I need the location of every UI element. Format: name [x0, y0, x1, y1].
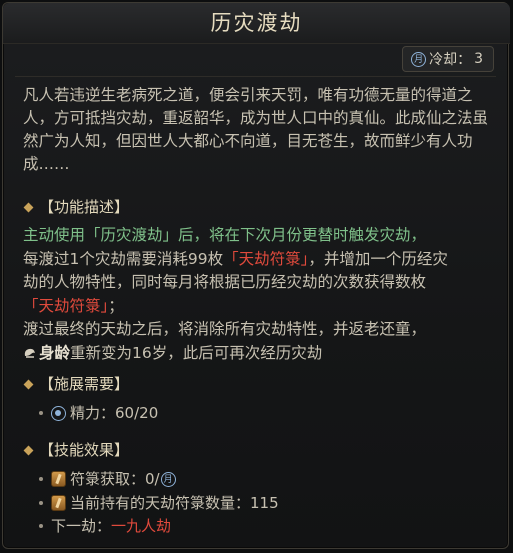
section-function-title: 【功能描述】	[39, 198, 130, 216]
age-icon	[24, 348, 35, 358]
held-label: 当前持有的天劫符箓数量：	[70, 494, 251, 512]
moon-calendar-icon: 月	[411, 51, 427, 67]
talisman-name-red-2: 「天劫符箓」	[23, 296, 109, 315]
energy-icon	[51, 405, 66, 421]
bullet-dot	[39, 524, 43, 528]
age-label: 身龄	[39, 343, 71, 362]
held-value: 115	[250, 494, 279, 512]
desc-line-1: 主动使用「历灾渡劫」后，将在下次月份更替时触发灾劫，	[23, 226, 427, 244]
skill-tooltip-panel: 历灾渡劫 月 冷却： 3 凡人若违逆生老病死之道，便会引来天罚，唯有功德无量的得…	[2, 2, 510, 549]
bullet-dot	[39, 477, 43, 481]
desc-line-2-b: ，并增加一个历经灾	[308, 249, 448, 268]
talisman-icon	[51, 471, 66, 487]
diamond-bullet-icon	[23, 202, 34, 212]
diamond-bullet-icon	[23, 379, 34, 389]
next-label: 下一劫：	[51, 517, 112, 535]
cooldown-badge: 月 冷却： 3	[402, 46, 494, 72]
gain-value: 0/	[145, 470, 160, 488]
next-value: 一九人劫	[111, 517, 172, 535]
moon-calendar-icon: 月	[160, 471, 176, 487]
section-requirement-title: 【施展需要】	[39, 375, 130, 393]
bullet-dot	[39, 501, 43, 505]
talisman-icon	[51, 495, 66, 511]
bullet-dot	[39, 411, 43, 415]
section-function: 【功能描述】	[23, 196, 129, 218]
desc-line-2-a: 每渡过1个灾劫需要消耗99枚	[23, 249, 224, 268]
section-requirement: 【施展需要】	[23, 373, 129, 395]
lore-text: 凡人若违逆生老病死之道，便会引来天罚，唯有功德无量的得道之人，方可抵挡灾劫，重返…	[23, 86, 489, 173]
desc-line-4-b: ；	[108, 296, 124, 315]
section-effect-title: 【技能效果】	[39, 441, 130, 459]
gain-row: 符箓获取： 0/ 月	[39, 468, 176, 490]
desc-line-4: 「天劫符箓」；	[23, 295, 498, 319]
energy-value: 60/20	[115, 404, 159, 422]
held-row: 当前持有的天劫符箓数量： 115	[39, 492, 279, 514]
skill-title: 历灾渡劫	[3, 3, 510, 44]
desc-line-6-b: 重新变为16岁，此后可再次经历灾劫	[70, 343, 323, 362]
next-row: 下一劫： 一九人劫	[39, 515, 171, 537]
function-description: 主动使用「历灾渡劫」后，将在下次月份更替时触发灾劫， 每渡过1个灾劫需要消耗99…	[23, 224, 498, 365]
section-effect: 【技能效果】	[23, 439, 129, 461]
energy-label: 精力：	[70, 404, 116, 422]
desc-line-2: 每渡过1个灾劫需要消耗99枚「天劫符箓」，并增加一个历经灾	[23, 248, 498, 272]
gain-label: 符箓获取：	[70, 470, 146, 488]
desc-line-6: 身龄重新变为16岁，此后可再次经历灾劫	[23, 342, 498, 366]
cooldown-value: 3	[474, 51, 483, 67]
diamond-bullet-icon	[23, 445, 34, 455]
energy-row: 精力： 60/20	[39, 402, 158, 424]
talisman-name-red: 「天劫符箓」	[223, 249, 309, 268]
divider	[15, 76, 496, 77]
desc-line-5: 渡过最终的天劫之后，将消除所有灾劫特性，并返老还童，	[23, 320, 427, 338]
cooldown-label: 冷却：	[429, 52, 472, 68]
desc-line-3: 劫的人物特性，同时每月将根据已历经灾劫的次数获得数枚	[23, 273, 427, 291]
